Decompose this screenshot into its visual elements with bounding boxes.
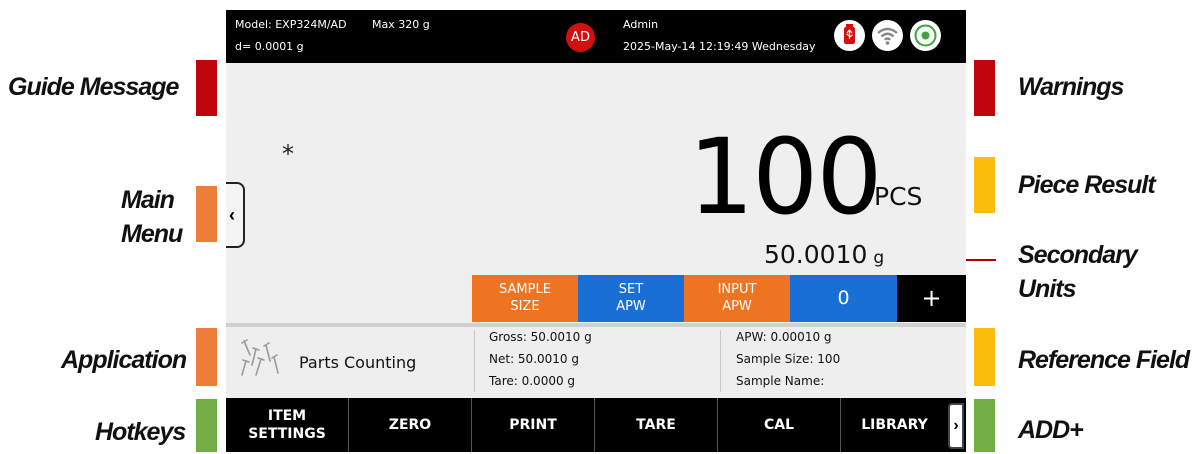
callout-guide-message: Guide Message [8,73,179,101]
callout-hotkeys: Hotkeys [95,418,186,446]
callout-secondary-line2: Units [1018,275,1076,303]
secondary-unit: g [873,248,885,268]
reference-separator-1 [474,330,475,392]
main-menu-marker [196,186,217,242]
sample-size-line1: SAMPLE [499,282,551,297]
apw-value: APW: 0.00010 g [736,330,832,344]
library-hotkey[interactable]: LIBRARY [841,398,948,452]
callout-warnings: Warnings [1018,73,1124,101]
add-plus-marker [974,399,995,452]
user-avatar[interactable]: AD [566,23,595,52]
callout-main-menu-line2: Menu [121,220,183,248]
callout-reference-field: Reference Field [1018,346,1190,374]
warnings-marker [974,60,995,116]
item-settings-line2: SETTINGS [248,426,326,442]
item-settings-line1: ITEM [267,408,307,424]
max-capacity-label: Max 320 g [372,18,430,31]
plus-button[interactable]: + [897,275,966,322]
tare-hotkey[interactable]: TARE [595,398,718,452]
reference-separator-2 [720,330,721,392]
main-menu-button[interactable]: ‹ [226,182,245,248]
chevron-right-icon: › [953,417,959,434]
callout-piece-result: Piece Result [1018,171,1156,199]
input-apw-line2: APW [722,299,752,314]
secondary-value: 50.0010 [764,240,868,269]
piece-result-marker [974,157,995,213]
print-hotkey[interactable]: PRINT [472,398,595,452]
add-hotkeys-button[interactable]: › [948,403,964,449]
user-name: Admin [623,18,659,31]
balance-screen: Model: EXP324M/AD Max 320 g d= 0.0001 g … [226,10,966,452]
zero-hotkey[interactable]: ZERO [349,398,472,452]
callout-application: Application [61,346,187,374]
secondary-result: 50.0010 g [764,240,884,269]
parts-counting-icon [236,335,286,380]
set-apw-line1: SET [618,282,644,297]
readability-label: d= 0.0001 g [235,40,304,53]
guide-message-marker [196,60,217,116]
usb-icon[interactable] [834,20,865,51]
reference-field-marker [974,328,995,386]
sample-size-button[interactable]: SAMPLE SIZE [472,275,578,322]
piece-count-result: 100 [688,116,883,238]
counter-value-field[interactable]: 0 [790,275,897,322]
chevron-left-icon: ‹ [229,205,235,225]
model-label: Model: EXP324M/AD [235,18,347,31]
set-apw-button[interactable]: SET APW [578,275,684,322]
stability-indicator: * [282,140,294,168]
hotkeys-bar: ITEM SETTINGS ZERO PRINT TARE CAL LIBRAR… [226,398,966,452]
input-apw-line1: INPUT [717,282,757,297]
input-apw-button[interactable]: INPUT APW [684,275,790,322]
sample-size-line2: SIZE [510,299,540,314]
sample-name-value: Sample Name: [736,374,825,388]
wifi-icon[interactable] [872,20,903,51]
callout-add-plus: ADD+ [1018,416,1084,444]
status-bar: Model: EXP324M/AD Max 320 g d= 0.0001 g … [226,10,966,63]
cal-hotkey[interactable]: CAL [718,398,841,452]
sample-size-value: Sample Size: 100 [736,352,841,366]
application-name[interactable]: Parts Counting [299,353,416,372]
callout-secondary-line1: Secondary [1018,241,1138,269]
application-marker [196,328,217,386]
callout-main-menu-line1: Main [121,186,175,214]
net-weight: Net: 50.0010 g [489,352,579,366]
gross-weight: Gross: 50.0010 g [489,330,592,344]
piece-unit: PCS [874,182,923,211]
item-settings-hotkey[interactable]: ITEM SETTINGS [226,398,349,452]
hotkeys-marker [196,399,217,452]
set-apw-line2: APW [616,299,646,314]
date-time: 2025-May-14 12:19:49 Wednesday [623,40,816,53]
level-icon[interactable] [910,20,941,51]
tare-weight: Tare: 0.0000 g [489,374,576,388]
